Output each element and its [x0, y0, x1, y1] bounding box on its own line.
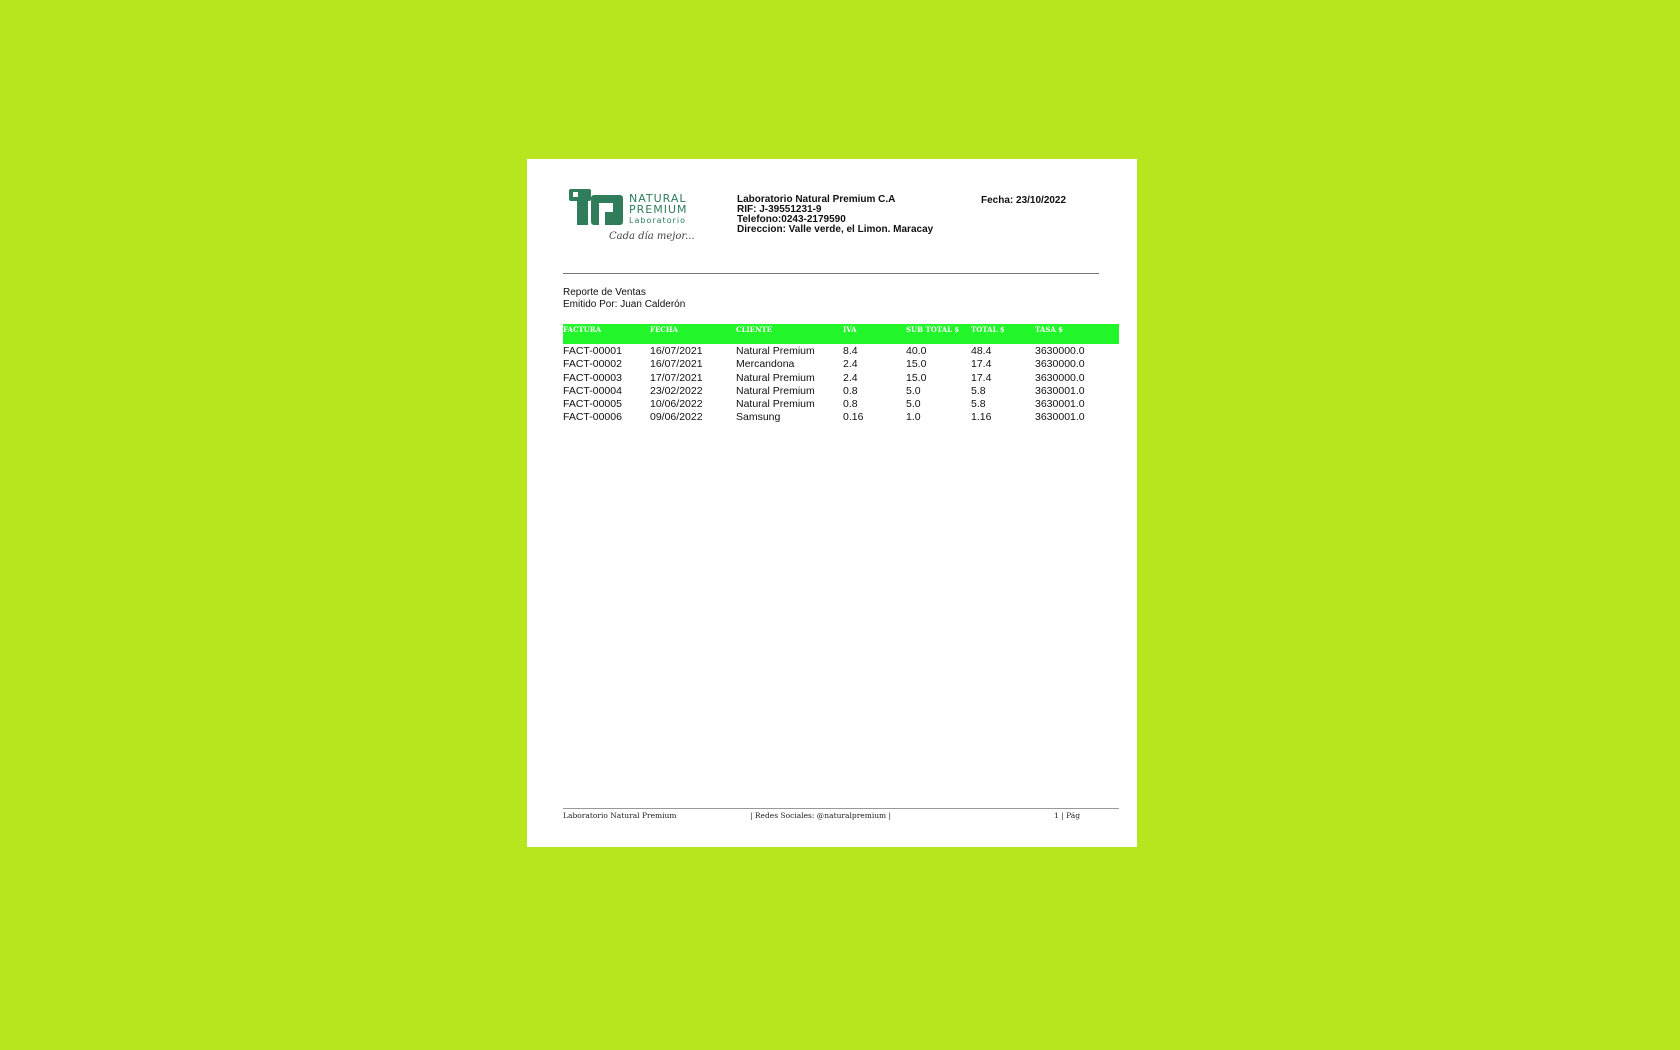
cell-subtotal: 5.0	[906, 384, 921, 397]
cell-factura: FACT-00001	[563, 345, 622, 357]
company-info: Laboratorio Natural Premium C.A RIF: J-3…	[737, 195, 933, 235]
cell-cliente: Natural Premium	[736, 371, 815, 384]
logo-line-3: Laboratorio	[629, 216, 686, 225]
cell-fecha: 23/02/2022	[650, 384, 703, 397]
table-row: FACT-00005 10/06/2022 Natural Premium 0.…	[563, 397, 1119, 410]
footer-divider	[563, 808, 1119, 809]
table-row: FACT-00001 16/07/2021 Natural Premium 8.…	[563, 344, 1119, 357]
cell-factura: FACT-00004	[563, 384, 622, 397]
cell-cliente: Mercandona	[736, 358, 795, 371]
table-header: FACTURA FECHA CLIENTE IVA SUB TOTAL $ TO…	[563, 324, 1119, 344]
logo-tagline: Cada día mejor...	[609, 231, 695, 242]
cell-subtotal: 15.0	[906, 358, 927, 371]
company-address: Direccion: Valle verde, el Limon. Maraca…	[737, 224, 934, 235]
cell-iva: 0.16	[843, 411, 864, 424]
cell-tasa: 3630001.0	[1035, 411, 1085, 424]
cell-iva: 0.8	[843, 398, 858, 411]
cell-subtotal: 5.0	[906, 398, 921, 411]
sales-table: FACTURA FECHA CLIENTE IVA SUB TOTAL $ TO…	[563, 324, 1119, 424]
report-title: Reporte de Ventas	[563, 287, 646, 298]
cell-fecha: 10/06/2022	[650, 398, 703, 411]
report-page: NATURAL PREMIUM Laboratorio Cada día mej…	[527, 159, 1137, 847]
cell-tasa: 3630001.0	[1035, 384, 1085, 397]
cell-iva: 8.4	[843, 345, 858, 357]
cell-subtotal: 1.0	[906, 411, 921, 424]
cell-total: 17.4	[971, 371, 992, 384]
column-header-subtotal: SUB TOTAL $	[906, 325, 960, 334]
cell-total: 5.8	[971, 384, 986, 397]
report-issuer: Emitido Por: Juan Calderón	[563, 299, 686, 310]
cell-subtotal: 15.0	[906, 371, 927, 384]
column-header-fecha: FECHA	[650, 325, 678, 334]
cell-tasa: 3630000.0	[1035, 358, 1085, 371]
cell-fecha: 17/07/2021	[650, 371, 703, 384]
table-row: FACT-00003 17/07/2021 Natural Premium 2.…	[563, 371, 1119, 384]
cell-subtotal: 40.0	[906, 345, 927, 357]
cell-cliente: Natural Premium	[736, 398, 815, 411]
cell-factura: FACT-00002	[563, 358, 622, 371]
cell-cliente: Samsung	[736, 411, 781, 424]
report-heading: Reporte de Ventas Emitido Por: Juan Cald…	[563, 287, 685, 311]
table-row: FACT-00006 09/06/2022 Samsung 0.16 1.0 1…	[563, 410, 1119, 423]
cell-total: 17.4	[971, 358, 992, 371]
column-header-tasa: TASA $	[1035, 325, 1064, 334]
footer-social: | Redes Sociales: @naturalpremium |	[750, 811, 892, 820]
table-row: FACT-00002 16/07/2021 Mercandona 2.4 15.…	[563, 357, 1119, 370]
cell-total: 5.8	[971, 398, 986, 411]
logo-wordmark: NATURAL PREMIUM Laboratorio	[629, 193, 688, 226]
cell-factura: FACT-00003	[563, 371, 622, 384]
cell-factura: FACT-00006	[563, 411, 622, 424]
column-header-total: TOTAL $	[971, 325, 1005, 334]
cell-iva: 2.4	[843, 358, 858, 371]
cell-total: 1.16	[971, 411, 992, 424]
cell-fecha: 09/06/2022	[650, 411, 703, 424]
footer-page-number: 1 | Pág	[1054, 811, 1081, 820]
cell-cliente: Natural Premium	[736, 345, 815, 357]
logo-mark-icon	[569, 189, 623, 225]
column-header-iva: IVA	[843, 325, 857, 334]
logo-line-2: PREMIUM	[629, 203, 688, 216]
cell-fecha: 16/07/2021	[650, 358, 703, 371]
cell-cliente: Natural Premium	[736, 384, 815, 397]
column-header-factura: FACTURA	[563, 325, 602, 334]
cell-tasa: 3630000.0	[1035, 345, 1085, 357]
cell-fecha: 16/07/2021	[650, 345, 703, 357]
cell-total: 48.4	[971, 345, 992, 357]
company-logo: NATURAL PREMIUM Laboratorio Cada día mej…	[569, 187, 719, 247]
column-header-cliente: CLIENTE	[736, 325, 773, 334]
table-row: FACT-00004 23/02/2022 Natural Premium 0.…	[563, 384, 1119, 397]
report-date: Fecha: 23/10/2022	[981, 195, 1067, 206]
cell-iva: 2.4	[843, 371, 858, 384]
header-divider	[563, 273, 1099, 274]
cell-tasa: 3630000.0	[1035, 371, 1085, 384]
cell-factura: FACT-00005	[563, 398, 622, 411]
footer-company: Laboratorio Natural Premium	[563, 811, 677, 820]
cell-tasa: 3630001.0	[1035, 398, 1085, 411]
cell-iva: 0.8	[843, 384, 858, 397]
